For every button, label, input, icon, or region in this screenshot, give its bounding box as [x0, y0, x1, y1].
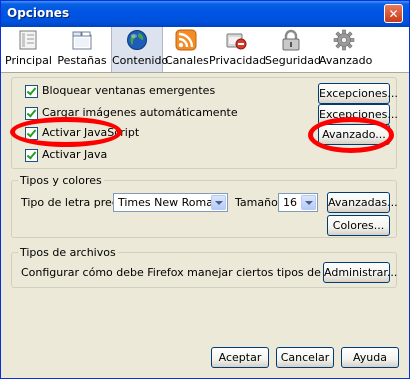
tab-avanzado-label: Avanzado: [319, 54, 373, 67]
tab-contenido-label: Contenido: [112, 54, 169, 67]
fonts-colors-group: Tipos y colores Tipo de letra predet.: T…: [11, 174, 398, 238]
options-dialog: Opciones ✕ Principal Pestañas Contenido …: [0, 0, 410, 379]
popup-exceptions-button[interactable]: Excepciones...: [318, 83, 398, 104]
tab-seguridad-label: Seguridad: [265, 54, 321, 67]
padlock-icon: [282, 29, 300, 51]
advanced-highlight-ellipse: [308, 117, 394, 153]
font-size-select[interactable]: 16: [278, 193, 318, 212]
manage-file-types-button[interactable]: Administrar...: [323, 262, 397, 283]
enable-java-option[interactable]: Activar Java: [25, 148, 225, 164]
tab-principal[interactable]: Principal: [5, 27, 52, 72]
block-popups-checkbox[interactable]: [25, 85, 38, 98]
tab-canales[interactable]: Canales: [165, 27, 209, 72]
enable-java-label: Activar Java: [42, 148, 108, 161]
tab-avanzado[interactable]: Avanzado: [319, 27, 373, 72]
tab-pestanas-label: Pestañas: [57, 54, 107, 67]
window-title: Opciones: [7, 6, 70, 20]
tab-contenido[interactable]: Contenido: [111, 27, 169, 72]
tab-principal-label: Principal: [5, 54, 52, 67]
javascript-highlight-ellipse: [10, 117, 122, 147]
fonts-colors-legend: Tipos y colores: [18, 174, 104, 187]
gear-icon: [333, 29, 355, 51]
font-size-value: 16: [283, 196, 297, 209]
load-images-checkbox[interactable]: [25, 107, 38, 120]
preferences-toolbar: Principal Pestañas Contenido Canales Pri…: [1, 27, 409, 73]
tab-canales-label: Canales: [165, 54, 209, 67]
chevron-down-icon[interactable]: [211, 195, 226, 210]
block-popups-option[interactable]: Bloquear ventanas emergentes: [25, 84, 225, 100]
help-button[interactable]: Ayuda: [341, 347, 399, 368]
default-font-value: Times New Roman: [118, 196, 220, 209]
tab-seguridad[interactable]: Seguridad: [265, 27, 321, 72]
rss-icon: [175, 29, 197, 51]
fonts-advanced-button[interactable]: Avanzadas...: [327, 192, 398, 213]
font-size-label: Tamaño:: [235, 196, 282, 209]
file-types-description: Configurar cómo debe Firefox manejar cie…: [21, 266, 371, 279]
tabs-icon: [72, 31, 92, 50]
close-button[interactable]: ✕: [384, 4, 403, 23]
privacy-icon: [226, 33, 247, 50]
tab-privacidad[interactable]: Privacidad: [209, 27, 267, 72]
colors-button[interactable]: Colores...: [327, 215, 390, 236]
file-types-group: Tipos de archivos Configurar cómo debe F…: [11, 246, 397, 288]
tab-privacidad-label: Privacidad: [209, 54, 267, 67]
accept-button[interactable]: Aceptar: [211, 347, 269, 368]
file-types-legend: Tipos de archivos: [18, 246, 118, 259]
globe-icon: [127, 30, 147, 50]
tab-pestanas[interactable]: Pestañas: [55, 27, 109, 72]
default-font-select[interactable]: Times New Roman: [113, 193, 228, 212]
enable-java-checkbox[interactable]: [25, 149, 38, 162]
chevron-down-icon[interactable]: [301, 195, 316, 210]
principal-icon: [19, 30, 37, 50]
title-bar[interactable]: Opciones ✕: [1, 1, 409, 27]
block-popups-label: Bloquear ventanas emergentes: [42, 84, 216, 97]
cancel-button[interactable]: Cancelar: [276, 347, 334, 368]
